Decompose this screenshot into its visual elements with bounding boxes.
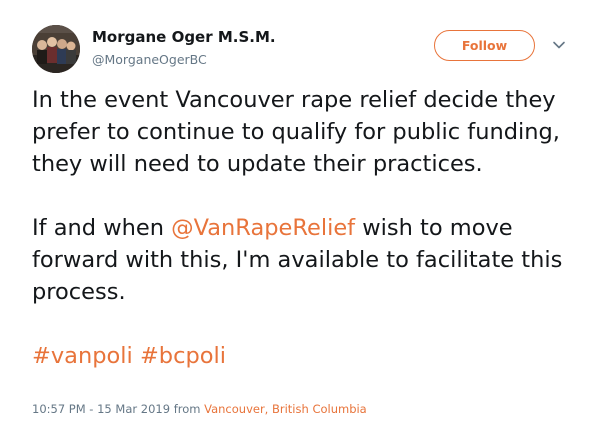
hashtag-row: #vanpoli #bcpoli bbox=[32, 340, 577, 372]
author-handle[interactable]: @MorganeOgerBC bbox=[92, 52, 207, 67]
tweet-paragraph-1: In the event Vancouver rape relief decid… bbox=[32, 87, 560, 177]
follow-button-label: Follow bbox=[461, 38, 508, 53]
mention-link[interactable]: @VanRapeRelief bbox=[171, 215, 355, 241]
tweet-meta: 10:57 PM - 15 Mar 2019 from Vancouver, B… bbox=[32, 402, 367, 416]
hashtag-link[interactable]: #bcpoli bbox=[140, 343, 226, 369]
avatar[interactable] bbox=[32, 25, 80, 73]
hashtag-link[interactable]: #vanpoli bbox=[32, 343, 133, 369]
tweet-card: Morgane Oger M.S.M. @MorganeOgerBC Follo… bbox=[0, 0, 600, 432]
tweet-text: In the event Vancouver rape relief decid… bbox=[32, 84, 577, 372]
chevron-down-icon[interactable] bbox=[552, 38, 566, 52]
avatar-group-photo bbox=[32, 25, 80, 73]
location-link[interactable]: Vancouver, British Columbia bbox=[204, 402, 367, 416]
author-name[interactable]: Morgane Oger M.S.M. bbox=[92, 28, 276, 46]
tweet-paragraph-2-lead: If and when bbox=[32, 215, 172, 241]
timestamp[interactable]: 10:57 PM - 15 Mar 2019 bbox=[32, 402, 170, 416]
tweet-paragraph-2: If and when @VanRapeRelief wish to move … bbox=[32, 212, 577, 308]
from-label: from bbox=[173, 402, 201, 416]
follow-button[interactable]: Follow bbox=[434, 30, 535, 61]
